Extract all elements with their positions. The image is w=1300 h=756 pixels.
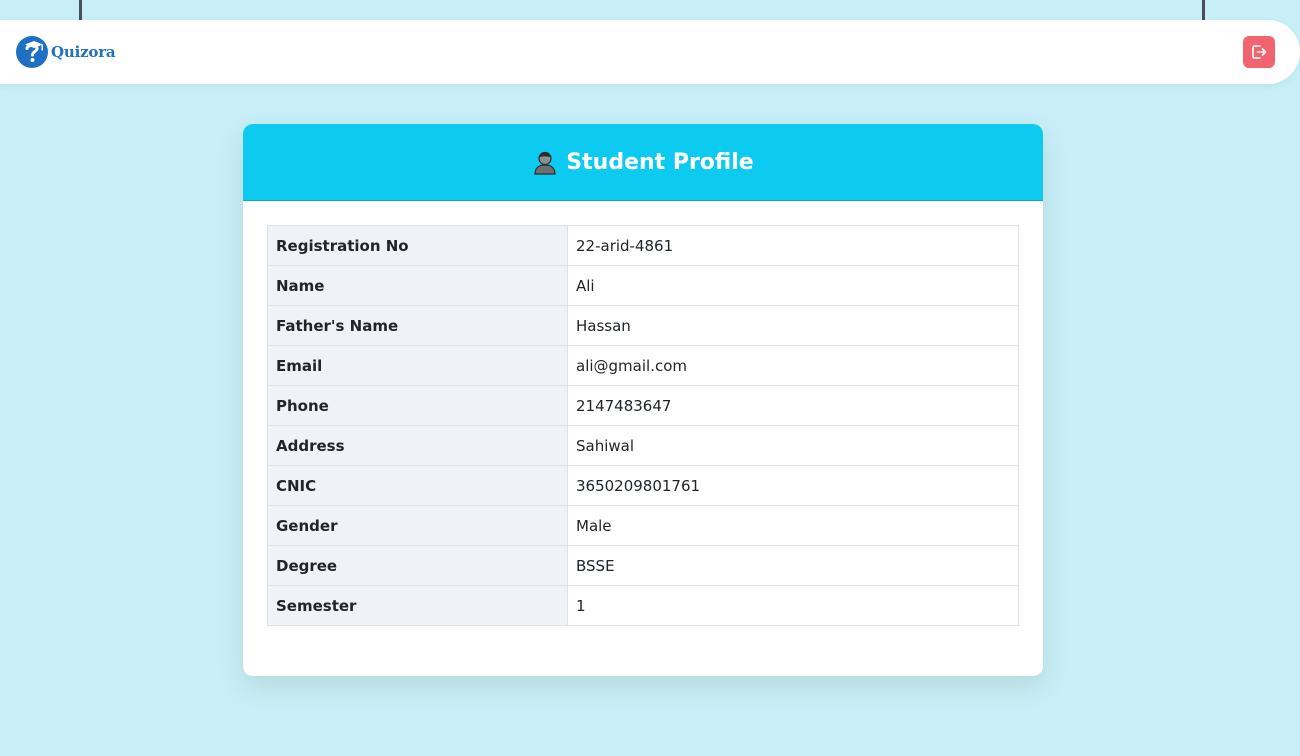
profile-table: Registration No 22-arid-4861 Name Ali Fa… <box>267 225 1019 626</box>
table-row: Gender Male <box>267 505 1019 546</box>
table-row: CNIC 3650209801761 <box>267 465 1019 506</box>
student-profile-card: Student Profile Registration No 22-arid-… <box>243 124 1043 676</box>
row-value: Hassan <box>567 305 1019 346</box>
row-value: 2147483647 <box>567 385 1019 426</box>
table-row: Semester 1 <box>267 585 1019 626</box>
table-row: Name Ali <box>267 265 1019 306</box>
table-row: Degree BSSE <box>267 545 1019 586</box>
row-label: Name <box>267 265 568 306</box>
student-person-icon <box>534 151 556 175</box>
row-label: Email <box>267 345 568 386</box>
graduation-question-logo-icon <box>16 36 48 68</box>
row-label: Gender <box>267 505 568 546</box>
logout-button[interactable] <box>1243 36 1275 68</box>
table-row: Email ali@gmail.com <box>267 345 1019 386</box>
table-row: Father's Name Hassan <box>267 305 1019 346</box>
row-value: 3650209801761 <box>567 465 1019 506</box>
row-label: Phone <box>267 385 568 426</box>
row-value: Sahiwal <box>567 425 1019 466</box>
row-label: Father's Name <box>267 305 568 346</box>
row-value: 1 <box>567 585 1019 626</box>
hanging-line-left <box>79 0 82 20</box>
card-header: Student Profile <box>243 124 1043 201</box>
table-row: Phone 2147483647 <box>267 385 1019 426</box>
row-label: CNIC <box>267 465 568 506</box>
card-title: Student Profile <box>566 149 754 175</box>
row-label: Degree <box>267 545 568 586</box>
top-navbar: Quizora <box>0 20 1300 84</box>
row-value: ali@gmail.com <box>567 345 1019 386</box>
row-label: Semester <box>267 585 568 626</box>
row-label: Registration No <box>267 225 568 266</box>
row-value: BSSE <box>567 545 1019 586</box>
logout-icon <box>1252 45 1267 59</box>
row-value: Ali <box>567 265 1019 306</box>
row-value: Male <box>567 505 1019 546</box>
hanging-line-right <box>1202 0 1205 20</box>
table-row: Address Sahiwal <box>267 425 1019 466</box>
brand-name: Quizora <box>51 43 116 61</box>
row-value: 22-arid-4861 <box>567 225 1019 266</box>
row-label: Address <box>267 425 568 466</box>
table-row: Registration No 22-arid-4861 <box>267 225 1019 266</box>
brand[interactable]: Quizora <box>15 35 116 69</box>
